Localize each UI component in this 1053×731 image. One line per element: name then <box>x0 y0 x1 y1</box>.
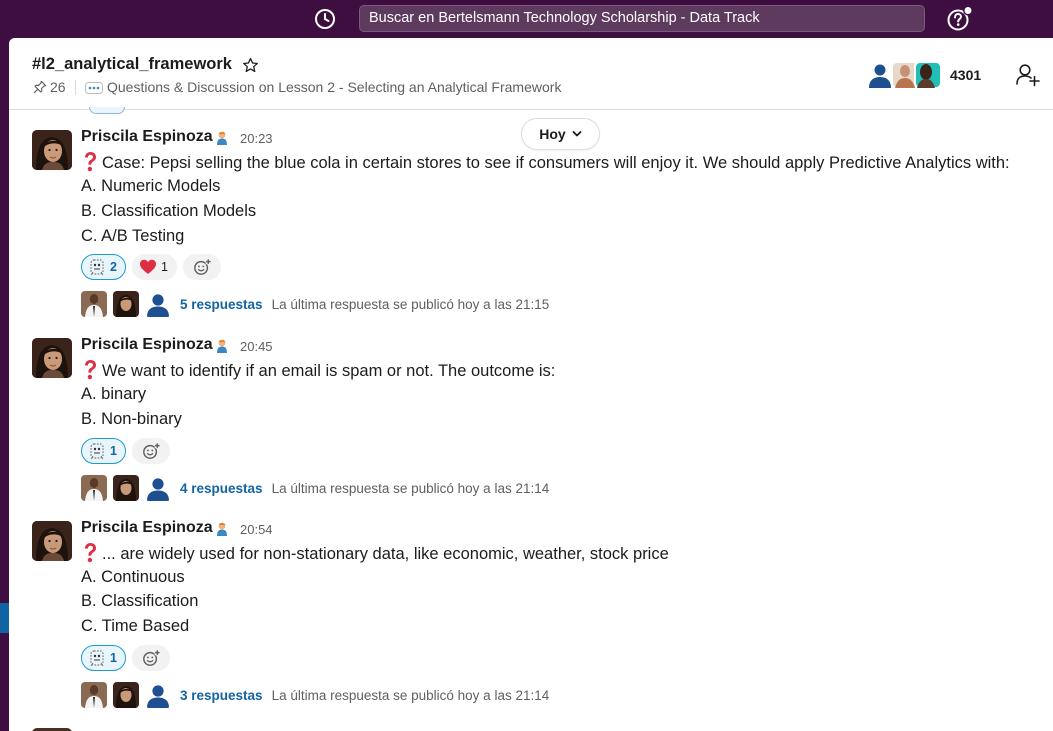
question-text: We want to identify if an email is spam … <box>102 362 556 380</box>
reply-avatar <box>113 682 139 708</box>
status-emoji-icon <box>217 522 227 536</box>
speech-balloon-icon <box>85 82 103 94</box>
thread-summary[interactable]: 5 respuestas La última respuesta se publ… <box>81 290 549 318</box>
thread-summary[interactable]: 3 respuestas La última respuesta se publ… <box>81 681 549 709</box>
add-emoji-icon <box>193 258 211 276</box>
reply-avatar <box>113 475 139 501</box>
member-avatars[interactable] <box>867 60 941 90</box>
reply-avatar <box>81 291 107 317</box>
reaction-count: 1 <box>110 444 117 458</box>
red-question-mark-icon <box>81 542 99 564</box>
top-bar: Buscar en Bertelsmann Technology Scholar… <box>0 0 1053 38</box>
channel-header: #l2_analytical_framework 26 Questions & … <box>9 38 1053 110</box>
status-emoji-icon <box>217 131 227 145</box>
replies-link[interactable]: 5 respuestas <box>180 297 263 312</box>
reply-avatar <box>145 475 171 501</box>
message-text: We want to identify if an email is spam … <box>81 359 555 381</box>
member-count[interactable]: 4301 <box>950 67 981 83</box>
reply-avatar <box>81 475 107 501</box>
add-reaction-button[interactable] <box>131 438 170 464</box>
reactions-bar: 1 <box>81 645 170 671</box>
reaction-parrot[interactable]: 2 <box>81 254 126 280</box>
answer-option: C. A/B Testing <box>81 227 185 245</box>
timestamp[interactable]: 20:23 <box>240 131 273 146</box>
channel-pane: #l2_analytical_framework 26 Questions & … <box>9 38 1053 731</box>
red-question-mark-icon <box>81 359 99 381</box>
reactions-bar: 2 1 <box>81 254 221 280</box>
replies-link[interactable]: 4 respuestas <box>180 481 263 496</box>
answer-option: A. Continuous <box>81 568 185 586</box>
reaction-parrot[interactable]: 1 <box>81 645 126 671</box>
header-divider <box>75 80 76 95</box>
reply-avatar <box>145 291 171 317</box>
reactions-bar: 1 <box>81 438 170 464</box>
sidebar-active-item[interactable] <box>0 603 9 633</box>
status-emoji-icon <box>217 339 227 353</box>
day-divider-button[interactable]: Hoy <box>521 118 600 150</box>
sidebar <box>0 38 9 731</box>
heart-icon <box>139 258 157 276</box>
red-question-mark-icon <box>81 151 99 173</box>
pinned-count[interactable]: 26 <box>50 79 66 95</box>
question-text: Case: Pepsi selling the blue cola in cer… <box>102 154 1010 172</box>
answer-option: B. Non-binary <box>81 410 182 428</box>
reply-avatar <box>145 682 171 708</box>
thread-summary[interactable]: 4 respuestas La última respuesta se publ… <box>81 474 549 502</box>
reaction-count: 1 <box>160 260 168 274</box>
custom-parrot-icon <box>88 649 106 667</box>
last-reply-text: La última respuesta se publicó hoy a las… <box>271 296 550 312</box>
question-text: ... are widely used for non-stationary d… <box>102 545 669 563</box>
message-text: ... are widely used for non-stationary d… <box>81 542 669 564</box>
custom-parrot-icon <box>88 258 106 276</box>
answer-option: A. binary <box>81 385 147 403</box>
reaction-heart[interactable]: 1 <box>131 254 177 280</box>
add-reaction-button[interactable] <box>131 645 170 671</box>
history-clock-icon[interactable] <box>313 7 337 31</box>
chevron-down-icon <box>572 131 582 137</box>
replies-link[interactable]: 3 respuestas <box>180 688 263 703</box>
add-reaction-button[interactable] <box>182 254 221 280</box>
day-divider-label: Hoy <box>539 126 566 142</box>
reaction-parrot[interactable]: 1 <box>81 438 126 464</box>
reaction-count: 1 <box>110 651 117 665</box>
help-icon[interactable] <box>946 6 972 32</box>
pin-icon[interactable] <box>33 80 47 94</box>
add-emoji-icon <box>142 442 160 460</box>
message-list: Priscila Espinoza 20:23 Case: Pepsi sell… <box>9 107 1053 731</box>
sender-name[interactable]: Priscila Espinoza <box>81 336 213 354</box>
channel-topic[interactable]: Questions & Discussion on Lesson 2 - Sel… <box>107 79 561 95</box>
last-reply-text: La última respuesta se publicó hoy a las… <box>271 687 550 703</box>
timestamp[interactable]: 20:54 <box>240 522 273 537</box>
previous-reaction-partial <box>89 107 125 114</box>
reply-avatar <box>113 291 139 317</box>
reaction-count: 2 <box>110 260 117 274</box>
last-reply-text: La última respuesta se publicó hoy a las… <box>271 480 550 496</box>
answer-option: A. Numeric Models <box>81 177 221 195</box>
message-text: Case: Pepsi selling the blue cola in cer… <box>81 151 1010 173</box>
sender-name[interactable]: Priscila Espinoza <box>81 128 213 146</box>
avatar[interactable] <box>32 338 72 378</box>
avatar[interactable] <box>32 521 72 561</box>
avatar[interactable] <box>32 130 72 170</box>
answer-option: B. Classification <box>81 592 199 610</box>
add-emoji-icon <box>142 649 160 667</box>
add-person-icon[interactable] <box>1015 62 1041 88</box>
channel-name[interactable]: #l2_analytical_framework <box>32 55 232 74</box>
answer-option: C. Time Based <box>81 617 190 635</box>
sender-name[interactable]: Priscila Espinoza <box>81 519 213 537</box>
timestamp[interactable]: 20:45 <box>240 339 273 354</box>
star-icon[interactable] <box>242 57 259 74</box>
answer-option: B. Classification Models <box>81 202 257 220</box>
custom-parrot-icon <box>88 442 106 460</box>
reply-avatar <box>81 682 107 708</box>
search-bar[interactable]: Buscar en Bertelsmann Technology Scholar… <box>359 5 925 32</box>
